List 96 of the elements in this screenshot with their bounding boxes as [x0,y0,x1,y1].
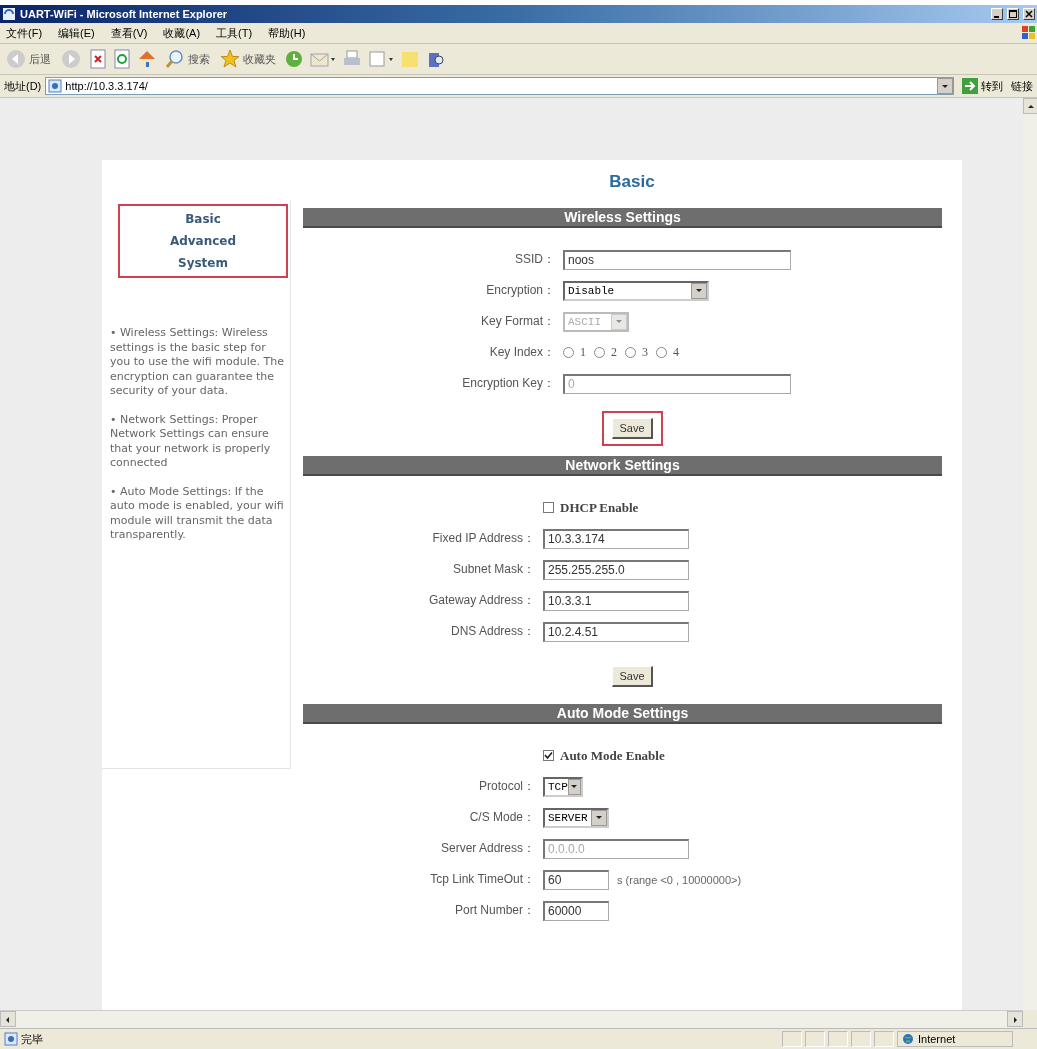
address-field[interactable]: http://10.3.3.174/ [45,77,954,95]
close-button[interactable] [1023,8,1035,20]
go-button[interactable]: 转到 [958,78,1007,94]
flag-icon [1021,25,1037,41]
help-text: • Network Settings: Proper Network Settings can ensure that your network is properly connected [110,412,272,471]
status-pane [851,1031,871,1047]
refresh-icon[interactable] [113,49,131,69]
nav-link[interactable]: Basic [185,212,221,226]
save-button[interactable]: Save [612,666,653,687]
nav-link[interactable]: System [178,256,228,270]
status-pane [782,1031,802,1047]
text-field[interactable]: 10.3.3.174 [543,528,689,549]
status-pane [874,1031,894,1047]
menu-item[interactable]: 收藏(A) [163,25,201,41]
status-text: 完毕 [21,1031,43,1047]
section-header: Auto Mode Settings [303,704,942,724]
status-pane [828,1031,848,1047]
field-label: C/S Mode： [468,809,536,826]
field-label: Server Address： [439,840,536,857]
save-button[interactable]: Save [612,418,653,439]
field-label: DNS Address： [449,623,536,640]
checkbox[interactable] [543,502,554,513]
radio-label: 2 [611,345,617,360]
field-label: Port Number： [453,902,536,919]
home-icon[interactable] [137,49,157,69]
star-icon [220,49,240,69]
radio-label: 4 [673,345,679,360]
minimize-button[interactable] [991,8,1003,20]
search-icon [165,49,185,69]
field-label: Subnet Mask： [451,561,536,578]
text-field[interactable]: noos [563,249,791,270]
checkbox-label: DHCP Enable [560,499,639,516]
stop-icon[interactable] [89,49,107,69]
dropdown[interactable]: Disable [563,280,709,301]
nav-link[interactable]: Advanced [169,234,237,248]
arrow-icon [962,78,978,94]
radio-button[interactable] [625,347,636,358]
field-label: Protocol： [477,778,536,795]
dropdown[interactable]: SERVER [543,807,609,828]
menu-item[interactable]: 查看(V) [110,25,148,41]
maximize-icon [1009,10,1017,18]
radio-label: 1 [580,345,586,360]
links-label[interactable]: 链接 [1011,78,1033,94]
caret-icon [594,813,604,822]
horizontal-scrollbar[interactable] [0,1010,1023,1028]
caret-icon [569,782,580,791]
search-button[interactable]: 搜索 [163,48,212,70]
section-header: Wireless Settings [303,208,942,228]
text-field[interactable]: 10.2.4.51 [543,621,689,642]
dropdown[interactable]: TCP [543,776,583,797]
field-label: Encryption Key： [461,375,556,392]
zone-label: Internet [918,1033,956,1045]
back-button[interactable]: 后退 [4,48,53,70]
close-icon [1025,10,1033,18]
page-icon [4,1032,18,1046]
radio-button[interactable] [563,347,574,358]
caret-icon [694,286,704,295]
text-field[interactable]: 255.255.255.0 [543,559,689,580]
checkbox-label: Auto Mode Enable [560,747,665,764]
field-label: Gateway Address： [427,592,536,609]
window-title: UART-WiFi - Microsoft Internet Explorer [20,8,229,20]
address-label: 地址(D) [4,78,42,94]
page-icon [48,79,63,93]
section-header: Network Settings [303,456,942,476]
scrollbar[interactable] [1023,98,1037,1010]
history-icon[interactable] [284,49,304,69]
page-title: Basic [609,172,655,191]
menu-item[interactable]: 编辑(E) [58,25,95,41]
menu-item[interactable]: 文件(F) [6,25,43,41]
field-label: SSID： [514,251,556,268]
status-pane [805,1031,825,1047]
radio-label: 3 [642,345,648,360]
field-label: Key Index： [488,344,556,361]
help-text: • Auto Mode Settings: If the auto mode is enabled, your wifi module will transmit the data transparently. [110,484,284,543]
caret-icon [614,317,624,326]
browser-icon [2,7,16,21]
forward-icon [61,49,81,69]
menu-item[interactable]: 帮助(H) [268,25,306,41]
range-note: s (range <0 , 10000000>) [617,873,742,886]
globe-icon [902,1033,914,1045]
text-field[interactable]: 60000 [543,900,609,921]
checkbox[interactable] [543,750,554,761]
help-text: • Wireless Settings: Wireless settings is the basic step for you to use the wifi module. The encryption can guarantee the security of your data. [110,326,284,399]
favorites-button[interactable]: 收藏夹 [218,48,278,70]
field-label: Fixed IP Address： [431,530,536,547]
field-label: Encryption： [485,282,556,299]
back-icon [6,49,26,69]
field-label: Tcp Link TimeOut： [429,871,536,888]
menu-item[interactable]: 工具(T) [216,25,253,41]
field-label: Key Format： [480,313,556,330]
text-field[interactable]: 60 [543,869,609,890]
forward-button[interactable] [59,48,83,70]
text-field[interactable]: 10.3.3.1 [543,590,689,611]
maximize-button[interactable] [1007,8,1019,20]
radio-button[interactable] [656,347,667,358]
radio-button[interactable] [594,347,605,358]
